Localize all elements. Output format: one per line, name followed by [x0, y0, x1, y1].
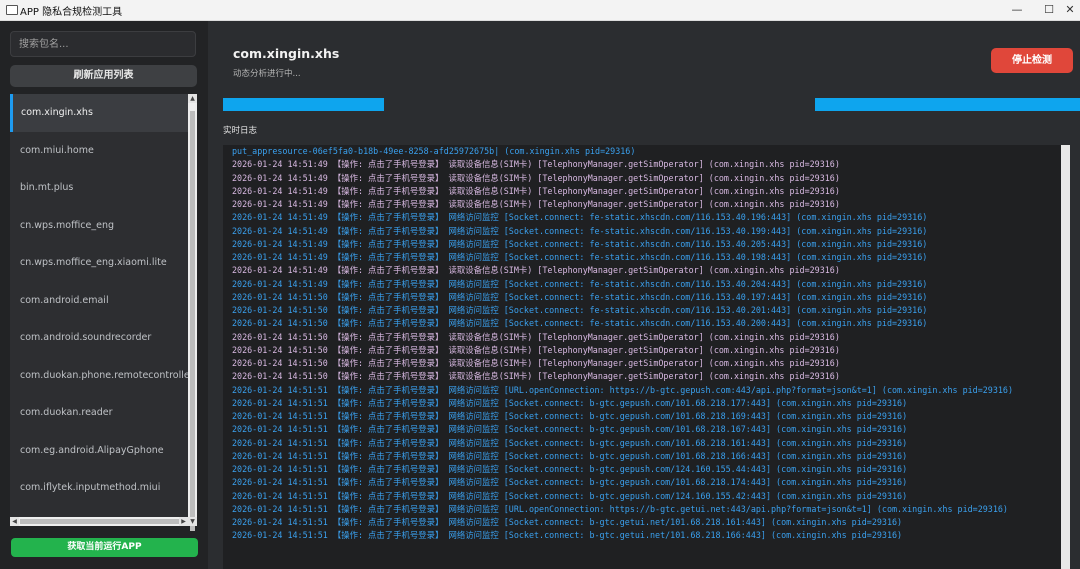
log-line: 2026-01-24 14:51:49 【操作: 点击了手机号登录】 网络访问监… — [232, 212, 928, 223]
log-section-label: 实时日志 — [223, 126, 258, 136]
log-scrollbar[interactable] — [1061, 145, 1070, 569]
app-list-item[interactable]: com.android.email — [10, 282, 188, 320]
log-line: put_appresource-06ef5fa0-b18b-49ee-8258-… — [232, 146, 636, 156]
app-list-item[interactable]: cn.wps.moffice_eng.xiaomi.lite — [10, 244, 188, 282]
log-line: 2026-01-24 14:51:51 【操作: 点击了手机号登录】 网络访问监… — [232, 490, 908, 501]
log-line: 2026-01-24 14:51:49 【操作: 点击了手机号登录】 网络访问监… — [232, 238, 928, 249]
progress-bar-right — [815, 98, 1080, 111]
sidebar: 刷新应用列表 com.xingin.xhscom.miui.homebin.mt… — [0, 21, 208, 569]
app-list-item[interactable]: com.iflytek.inputmethod.miui — [10, 469, 188, 507]
log-line: 2026-01-24 14:51:49 【操作: 点击了手机号登录】 读取设备信… — [232, 199, 840, 209]
log-line: 2026-01-24 14:51:50 【操作: 点击了手机号登录】 读取设备信… — [232, 331, 840, 342]
app-list-item[interactable]: com.android.soundrecorder — [10, 319, 188, 357]
search-input[interactable] — [10, 31, 196, 57]
scroll-left-arrow-icon[interactable]: ◀ — [10, 517, 19, 526]
log-line: 2026-01-24 14:51:51 【操作: 点击了手机号登录】 网络访问监… — [232, 411, 908, 421]
analysis-status: 动态分析进行中... — [233, 69, 301, 79]
log-line: 2026-01-24 14:51:49 【操作: 点击了手机号登录】 网络访问监… — [232, 278, 928, 289]
app-list-item[interactable]: com.duokan.phone.remotecontroller — [10, 357, 188, 395]
log-line: 2026-01-24 14:51:51 【操作: 点击了手机号登录】 网络访问监… — [232, 517, 903, 527]
scroll-right-arrow-icon[interactable]: ▶ — [179, 517, 188, 526]
scroll-down-arrow-icon[interactable]: ▼ — [188, 517, 197, 526]
log-line: 2026-01-24 14:51:50 【操作: 点击了手机号登录】 网络访问监… — [232, 291, 928, 302]
app-window-icon — [6, 5, 18, 15]
app-list-horizontal-scroll-thumb[interactable] — [20, 519, 180, 524]
app-list: com.xingin.xhs com.miui.home bin.mt.plus cn… — [10, 94, 188, 524]
app-list-item[interactable]: bin.mt.plus — [10, 169, 188, 207]
app-list-item[interactable]: com.xingin.xhs — [10, 94, 188, 132]
log-line: 2026-01-24 14:51:50 【操作: 点击了手机号登录】 网络访问监… — [232, 318, 928, 329]
close-button[interactable]: ✕ — [1055, 0, 1080, 20]
get-running-app-button[interactable]: 获取当前运行APP — [11, 538, 198, 557]
log-line: 2026-01-24 14:51:49 【操作: 点击了手机号登录】 网络访问监… — [232, 252, 928, 262]
log-line: 2026-01-24 14:51:51 【操作: 点击了手机号登录】 网络访问监… — [232, 424, 908, 435]
app-list-item[interactable]: com.miui.home — [10, 132, 188, 170]
minimize-button[interactable]: — — [1002, 0, 1032, 20]
app-list-item[interactable]: cn.wps.moffice_eng — [10, 207, 188, 245]
window-title: APP 隐私合规检测工具 — [20, 7, 123, 18]
refresh-app-list-button[interactable]: 刷新应用列表 — [10, 65, 197, 87]
app-list-item[interactable]: com.duokan.reader — [10, 394, 188, 432]
title-bar: APP 隐私合规检测工具 — ☐ ✕ — [0, 0, 1080, 21]
log-line: 2026-01-24 14:51:49 【操作: 点击了手机号登录】 读取设备信… — [232, 172, 840, 183]
stop-detection-button[interactable]: 停止检测 — [991, 48, 1073, 73]
log-line: 2026-01-24 14:51:51 【操作: 点击了手机号登录】 网络访问监… — [232, 437, 908, 448]
scroll-up-arrow-icon[interactable]: ▲ — [188, 94, 197, 103]
log-line: 2026-01-24 14:51:50 【操作: 点击了手机号登录】 读取设备信… — [232, 344, 840, 355]
log-line: 2026-01-24 14:51:51 【操作: 点击了手机号登录】 网络访问监… — [232, 477, 908, 488]
log-line: 2026-01-24 14:51:49 【操作: 点击了手机号登录】 网络访问监… — [232, 225, 928, 236]
app-list-vertical-scroll-thumb[interactable] — [190, 111, 195, 531]
log-line: 2026-01-24 14:51:51 【操作: 点击了手机号登录】 网络访问监… — [232, 503, 1008, 514]
log-line: 2026-01-24 14:51:50 【操作: 点击了手机号登录】 读取设备信… — [232, 358, 840, 368]
log-line: 2026-01-24 14:51:51 【操作: 点击了手机号登录】 网络访问监… — [232, 384, 1014, 395]
log-line: 2026-01-24 14:51:49 【操作: 点击了手机号登录】 读取设备信… — [232, 185, 840, 196]
log-line: 2026-01-24 14:51:51 【操作: 点击了手机号登录】 网络访问监… — [232, 530, 903, 541]
log-line: 2026-01-24 14:51:49 【操作: 点击了手机号登录】 读取设备信… — [232, 159, 840, 170]
log-line: 2026-01-24 14:51:50 【操作: 点击了手机号登录】 读取设备信… — [232, 371, 840, 382]
main-panel: com.xingin.xhs 动态分析进行中... 停止检测 实时日志 put_… — [208, 21, 1080, 569]
log-line: 2026-01-24 14:51:49 【操作: 点击了手机号登录】 读取设备信… — [232, 265, 840, 276]
log-line: 2026-01-24 14:51:51 【操作: 点击了手机号登录】 网络访问监… — [232, 464, 908, 474]
log-line: 2026-01-24 14:51:51 【操作: 点击了手机号登录】 网络访问监… — [232, 397, 908, 408]
app-list-item[interactable]: com.eg.android.AlipayGphone — [10, 432, 188, 470]
log-line: 2026-01-24 14:51:51 【操作: 点击了手机号登录】 网络访问监… — [232, 450, 908, 461]
realtime-log: put_appresource-06ef5fa0-b18b-49ee-8258-… — [223, 145, 1070, 569]
package-name: com.xingin.xhs — [233, 46, 340, 61]
log-line: 2026-01-24 14:51:50 【操作: 点击了手机号登录】 网络访问监… — [232, 305, 928, 315]
progress-bar-left — [223, 98, 384, 111]
